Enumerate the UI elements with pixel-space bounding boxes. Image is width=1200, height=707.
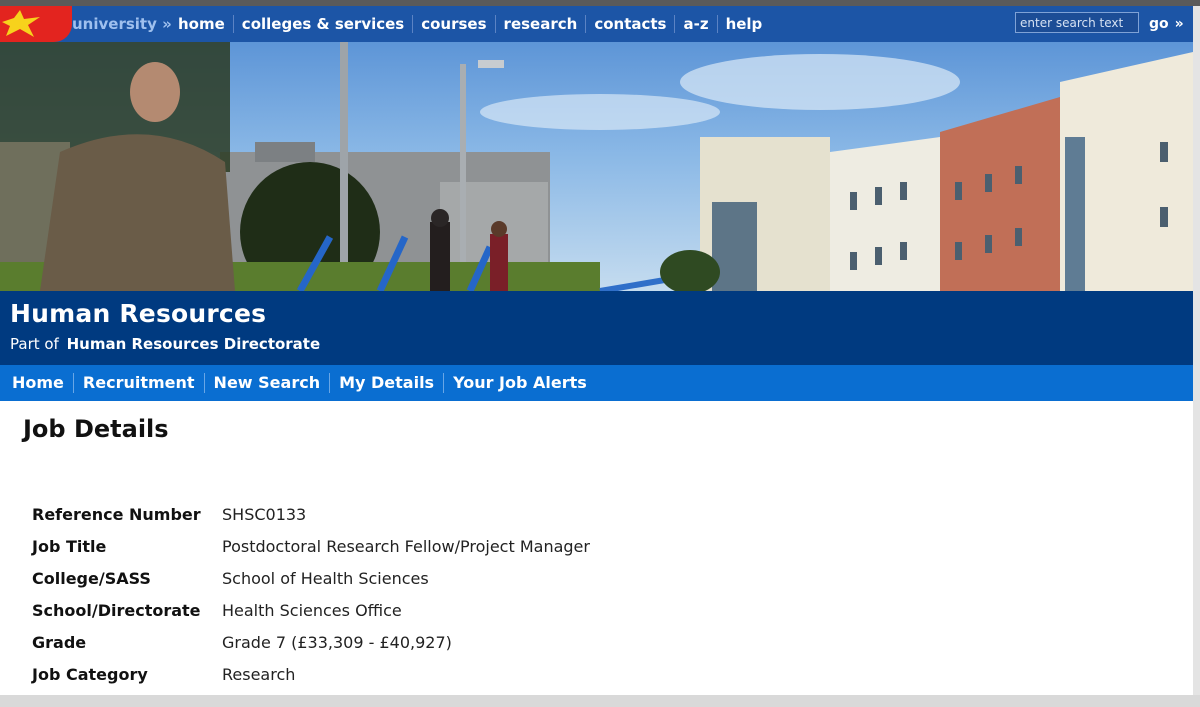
subnav-job-alerts-link[interactable]: Your Job Alerts <box>443 373 596 393</box>
detail-value: School of Health Sciences <box>222 568 429 588</box>
detail-row-job-title: Job Title Postdoctoral Research Fellow/P… <box>32 530 590 562</box>
nav-courses-link[interactable]: courses <box>412 15 494 33</box>
detail-value: SHSC0133 <box>222 504 307 524</box>
go-arrow-icon: » <box>1174 16 1184 32</box>
page-title: Job Details <box>23 415 169 443</box>
cloud <box>680 54 960 110</box>
modern-building-white <box>830 137 940 291</box>
nav-help-link[interactable]: help <box>716 15 771 33</box>
grey-building-top <box>255 142 315 162</box>
nav-university-link[interactable]: university » <box>72 6 172 42</box>
search-input[interactable] <box>1015 12 1139 33</box>
university-logo[interactable] <box>0 6 72 42</box>
logo-star-icon <box>2 10 40 37</box>
department-header: Human Resources Part of Human Resources … <box>0 291 1193 365</box>
lamp-post <box>460 64 466 291</box>
parent-directorate-link[interactable]: Human Resources Directorate <box>67 335 321 353</box>
campus-scene-illustration <box>0 42 1193 291</box>
cloud <box>480 94 720 130</box>
detail-label: Job Title <box>32 536 107 556</box>
department-title: Human Resources <box>10 299 267 328</box>
subnav-new-search-link[interactable]: New Search <box>203 373 330 393</box>
detail-label: Reference Number <box>32 504 201 524</box>
nav-contacts-link[interactable]: contacts <box>585 15 674 33</box>
window-right-edge <box>1193 6 1200 707</box>
search-go-button[interactable]: go » <box>1149 6 1184 42</box>
detail-label: Grade <box>32 632 87 652</box>
global-nav-links: home colleges & services courses researc… <box>170 6 770 42</box>
main-content: Job Details Reference Number SHSC0133 Jo… <box>0 401 1193 695</box>
nav-research-link[interactable]: research <box>494 15 586 33</box>
detail-label: Job Category <box>32 664 148 684</box>
nav-home-link[interactable]: home <box>170 15 233 33</box>
building-window <box>1065 137 1085 291</box>
global-nav-bar: university » home colleges & services co… <box>0 6 1193 42</box>
go-label: go <box>1149 16 1169 32</box>
detail-row-reference: Reference Number SHSC0133 <box>32 498 590 530</box>
detail-row-school: School/Directorate Health Sciences Offic… <box>32 594 590 626</box>
detail-value: Health Sciences Office <box>222 600 402 620</box>
detail-value: Grade 7 (£33,309 - £40,927) <box>222 632 452 652</box>
nav-a-z-link[interactable]: a-z <box>674 15 716 33</box>
department-parent: Part of Human Resources Directorate <box>10 335 320 353</box>
window-bottom-edge <box>0 695 1200 707</box>
detail-row-category: Job Category Research <box>32 658 590 690</box>
lamp-head <box>478 60 504 68</box>
page: university » home colleges & services co… <box>0 0 1200 707</box>
nav-colleges-services-link[interactable]: colleges & services <box>232 15 412 33</box>
detail-row-college: College/SASS School of Health Sciences <box>32 562 590 594</box>
detail-value: Postdoctoral Research Fellow/Project Man… <box>222 536 590 556</box>
subnav-my-details-link[interactable]: My Details <box>329 373 443 393</box>
job-details-table: Reference Number SHSC0133 Job Title Post… <box>32 498 590 690</box>
subnav-recruitment-link[interactable]: Recruitment <box>72 373 204 393</box>
subnav-home-link[interactable]: Home <box>0 373 73 393</box>
detail-label: School/Directorate <box>32 600 201 620</box>
lamp-post <box>340 42 348 291</box>
detail-label: College/SASS <box>32 568 151 588</box>
campus-banner-photo <box>0 42 1193 291</box>
part-of-prefix: Part of <box>10 335 59 353</box>
section-nav-bar: Home Recruitment New Search My Details Y… <box>0 365 1193 401</box>
detail-row-grade: Grade Grade 7 (£33,309 - £40,927) <box>32 626 590 658</box>
detail-value: Research <box>222 664 296 684</box>
